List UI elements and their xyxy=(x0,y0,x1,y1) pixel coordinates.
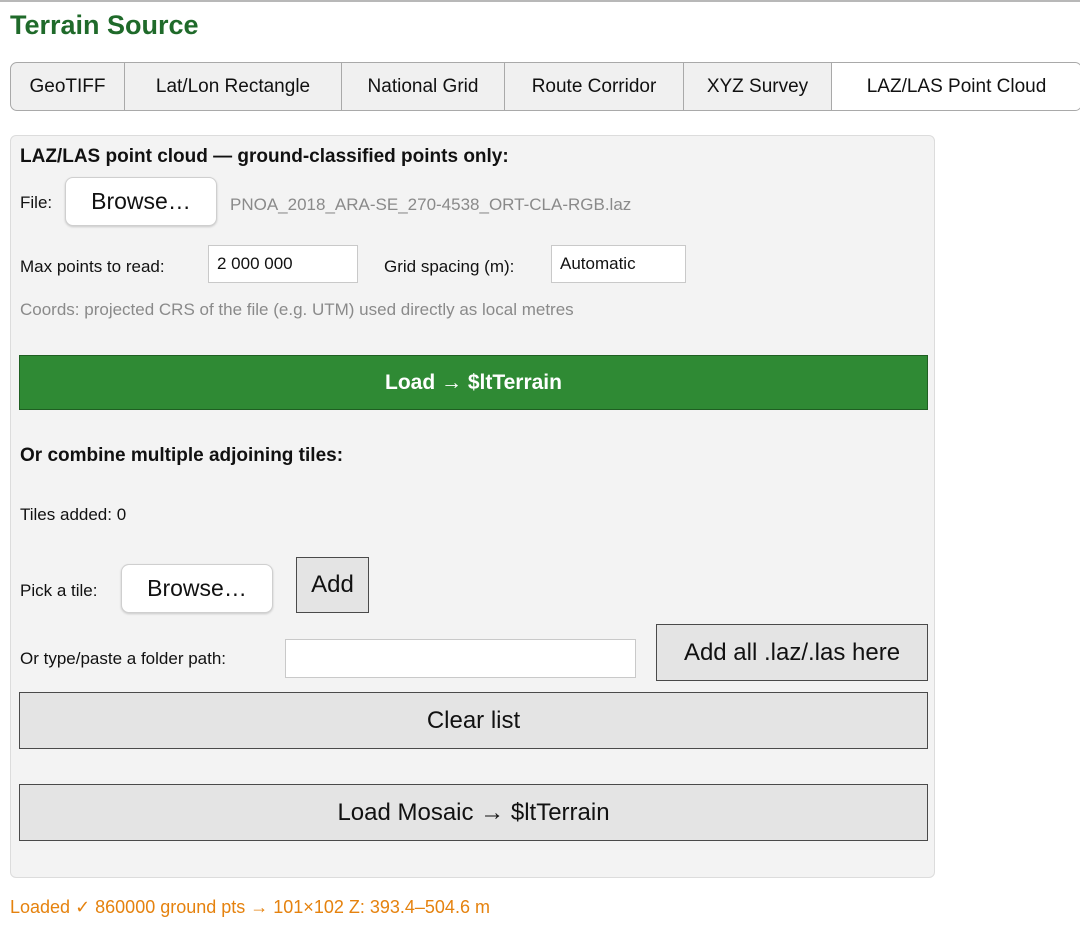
grid-spacing-input[interactable]: Automatic xyxy=(551,245,686,283)
tab-latlon-rectangle[interactable]: Lat/Lon Rectangle xyxy=(125,63,342,110)
tab-xyz-survey[interactable]: XYZ Survey xyxy=(684,63,832,110)
tiles-added-count: Tiles added: 0 xyxy=(20,505,127,524)
tab-laz-las-point-cloud[interactable]: LAZ/LAS Point Cloud xyxy=(832,63,1080,110)
add-all-folder-button[interactable]: Add all .laz/.las here xyxy=(656,624,928,681)
pick-tile-label: Pick a tile: xyxy=(20,581,98,600)
source-tabs: GeoTIFF Lat/Lon Rectangle National Grid … xyxy=(10,62,1080,111)
status-message: Loaded ✓ 860000 ground pts → 101×102 Z: … xyxy=(10,897,490,917)
coords-note: Coords: projected CRS of the file (e.g. … xyxy=(20,300,574,319)
file-label: File: xyxy=(20,193,53,212)
clear-list-button[interactable]: Clear list xyxy=(19,692,928,749)
laz-panel: LAZ/LAS point cloud — ground-classified … xyxy=(10,135,935,878)
tile-browse-button[interactable]: Browse… xyxy=(121,564,273,613)
top-divider xyxy=(0,0,1080,2)
load-mosaic-button[interactable]: Load Mosaic → $ltTerrain xyxy=(19,784,928,841)
folder-path-label: Or type/paste a folder path: xyxy=(20,649,227,668)
tab-national-grid[interactable]: National Grid xyxy=(342,63,505,110)
grid-spacing-label: Grid spacing (m): xyxy=(384,257,515,276)
folder-path-input[interactable] xyxy=(285,639,636,678)
file-browse-button[interactable]: Browse… xyxy=(65,177,217,226)
max-points-input[interactable]: 2 000 000 xyxy=(208,245,358,283)
panel-heading: LAZ/LAS point cloud — ground-classified … xyxy=(20,146,509,167)
tab-geotiff[interactable]: GeoTIFF xyxy=(11,63,125,110)
page-title: Terrain Source xyxy=(10,10,199,40)
file-name: PNOA_2018_ARA-SE_270-4538_ORT-CLA-RGB.la… xyxy=(230,195,632,214)
combine-heading: Or combine multiple adjoining tiles: xyxy=(20,445,344,466)
load-terrain-button[interactable]: Load → $ltTerrain xyxy=(19,355,928,410)
add-tile-button[interactable]: Add xyxy=(296,557,369,613)
tab-route-corridor[interactable]: Route Corridor xyxy=(505,63,684,110)
max-points-label: Max points to read: xyxy=(20,257,165,276)
